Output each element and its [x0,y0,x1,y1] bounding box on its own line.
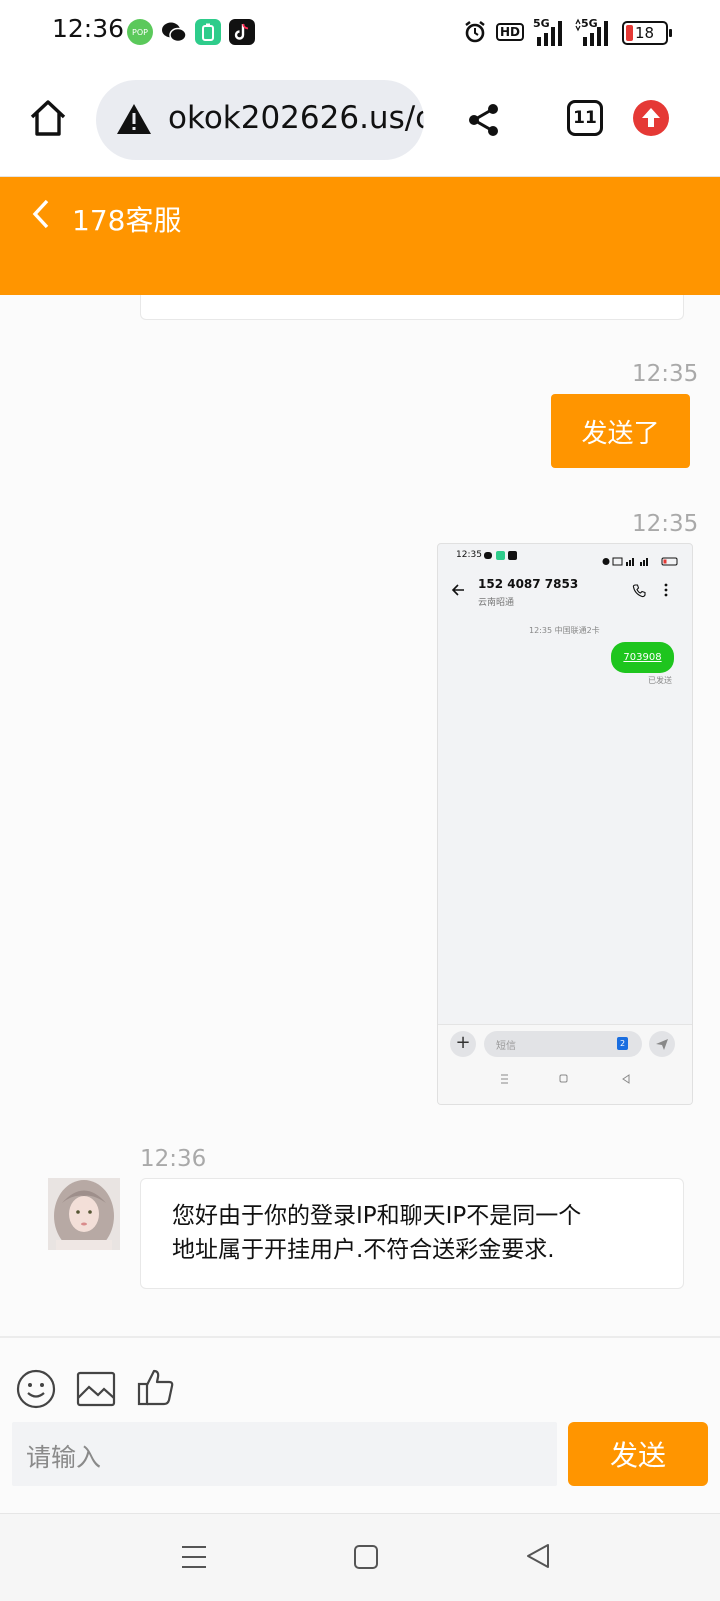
message-timestamp: 12:35 [632,361,699,387]
message-timestamp: 12:36 [140,1146,207,1172]
shot-status-time: 12:35 [456,550,482,560]
tabs-icon[interactable]: 11 [567,100,603,136]
wechat-icon [161,19,187,45]
shot-phone-icon [632,583,646,598]
sent-image-message[interactable]: 12:35 152 4087 7853 云南昭通 12:35 中国联通2卡 70… [437,543,693,1105]
status-time: 12:36 [52,14,125,43]
emoji-icon[interactable] [16,1369,56,1409]
signal-sim1-icon: 5G [533,17,569,47]
battery-saver-icon [195,19,221,45]
home-icon[interactable] [28,98,68,138]
shot-location: 云南昭通 [478,598,515,608]
chat-title: 178客服 [72,204,182,237]
tiktok-icon [229,19,255,45]
browser-toolbar: okok202626.us/c 11 [0,64,720,177]
agent-avatar [48,1178,120,1250]
menu-icon[interactable] [181,1544,207,1570]
message-input-placeholder: 请输入 [26,1443,102,1472]
message-timestamp: 12:35 [632,511,699,537]
shot-send-icon [649,1031,675,1057]
shot-composer: + 短信 2 [438,1024,692,1104]
shot-plus-icon: + [450,1031,476,1057]
composer-divider [0,1336,720,1338]
shot-more-icon [664,582,668,598]
warning-icon[interactable] [116,102,152,136]
message-text: 发送了 [581,418,660,449]
chat-header: 178客服 [0,177,720,295]
shot-sent-status: 已发送 [648,676,672,685]
shot-battery-saver-icon [496,551,505,560]
shot-code: 703908 [623,652,662,663]
shot-tiktok-icon [508,551,517,560]
hd-icon: HD [495,17,525,47]
image-icon[interactable] [76,1371,116,1407]
url-text[interactable]: okok202626.us/c [168,100,424,136]
battery-icon: 18 [622,21,672,45]
alarm-icon [462,17,488,47]
send-button[interactable]: 发送 [568,1422,708,1486]
back-chevron-icon[interactable] [30,197,54,233]
share-icon[interactable] [466,102,502,138]
update-icon[interactable] [633,100,669,136]
message-text: 您好由于你的登录IP和聊天IP不是同一个 地址属于开挂用户.不符合送彩金要求. [172,1203,582,1263]
message-input[interactable]: 请输入 [12,1422,557,1486]
shot-status-icons [602,551,682,566]
system-nav-bar [0,1513,720,1601]
home-square-icon[interactable] [353,1544,379,1570]
status-bar: 12:36 POP HD 5G 5G 18 [0,0,720,64]
shot-nav-bar [438,1071,692,1085]
signal-sim2-icon: 5G [575,17,615,47]
url-bar[interactable]: okok202626.us/c [96,80,424,160]
shot-sms-input: 短信 2 [484,1031,642,1057]
shot-phone-number: 152 4087 7853 [478,577,579,591]
shot-back-arrow-icon [450,582,466,598]
shot-sms-bubble: 703908 [611,642,674,673]
received-message-bubble: 您好由于你的登录IP和聊天IP不是同一个 地址属于开挂用户.不符合送彩金要求. [140,1178,684,1289]
shot-carrier-line: 12:35 中国联通2卡 [529,626,600,635]
thumbs-up-icon[interactable] [136,1367,176,1407]
pop-notification-icon: POP [127,19,153,45]
shot-sim-badge: 2 [617,1037,628,1050]
sent-message-bubble: 发送了 [551,394,690,468]
shot-wechat-icon [484,552,492,559]
back-triangle-icon[interactable] [525,1542,551,1570]
